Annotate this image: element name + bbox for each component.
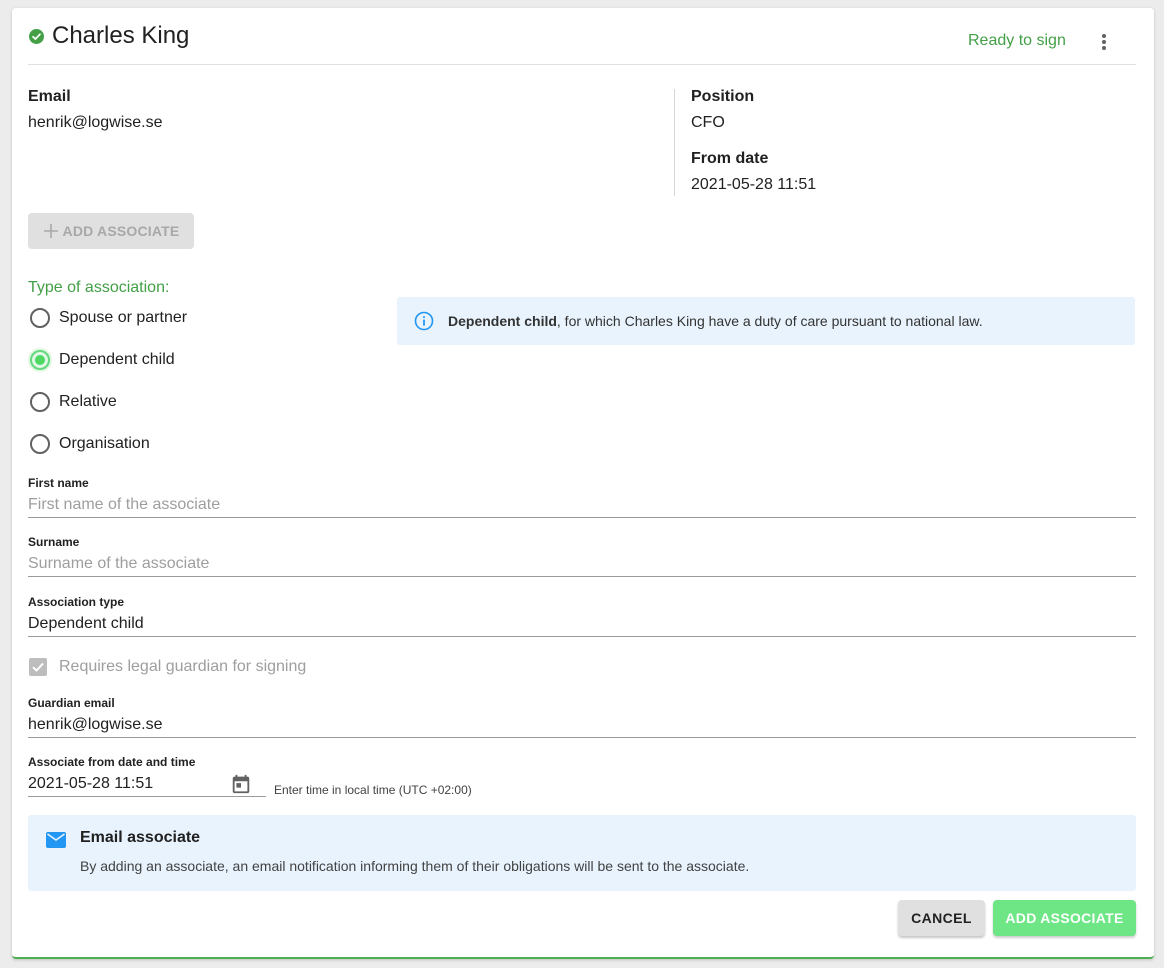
radio-button[interactable] (30, 392, 50, 412)
radio-button-checked[interactable] (30, 350, 50, 370)
field-underline (28, 796, 266, 797)
add-associate-top-button[interactable]: ADD ASSOCIATE (28, 213, 194, 249)
guardian-checkbox-label: Requires legal guardian for signing (59, 658, 307, 675)
field-underline (28, 636, 1136, 637)
person-name: Charles King (52, 22, 190, 49)
more-options-button[interactable] (1092, 30, 1116, 54)
association-type-field: Association type (28, 595, 1136, 637)
email-label: Email (28, 88, 71, 105)
radio-dependent-child[interactable]: Dependent child (28, 348, 175, 372)
details-divider (674, 89, 675, 196)
email-value: henrik@logwise.se (28, 114, 163, 131)
from-date-value: 2021-05-28 11:51 (691, 176, 817, 193)
email-associate-notice: Email associate By adding an associate, … (28, 815, 1136, 891)
association-type-label: Association type (28, 595, 125, 609)
guardian-checkbox-row[interactable]: Requires legal guardian for signing (29, 658, 306, 676)
header-divider (28, 64, 1136, 65)
associate-from-field: Associate from date and time (28, 755, 266, 797)
surname-label: Surname (28, 535, 80, 549)
position-label: Position (691, 88, 755, 105)
radio-button[interactable] (30, 434, 50, 454)
info-icon (414, 311, 434, 331)
info-text: Dependent child, for which Charles King … (448, 313, 983, 329)
association-type-input[interactable] (28, 615, 1136, 633)
first-name-label: First name (28, 476, 89, 490)
status-text: Ready to sign (968, 32, 1066, 49)
associate-card: Charles King Ready to sign Email henrik@… (12, 8, 1154, 959)
radio-organisation[interactable]: Organisation (28, 432, 150, 456)
field-underline (28, 517, 1136, 518)
radio-label: Relative (59, 393, 117, 410)
check-circle-icon (29, 29, 44, 44)
timezone-hint: Enter time in local time (UTC +02:00) (274, 783, 472, 797)
associate-from-input[interactable] (28, 775, 228, 793)
first-name-field: First name (28, 476, 1136, 518)
email-notice-title: Email associate (80, 829, 201, 846)
from-date-label: From date (691, 150, 769, 167)
email-icon (46, 832, 66, 848)
radio-label: Spouse or partner (59, 309, 188, 326)
association-info-box: Dependent child, for which Charles King … (397, 297, 1135, 345)
radio-label: Dependent child (59, 351, 175, 368)
guardian-email-field: Guardian email (28, 696, 1136, 738)
info-bold: Dependent child (448, 313, 557, 329)
surname-input[interactable] (28, 555, 1136, 573)
radio-spouse-or-partner[interactable]: Spouse or partner (28, 306, 187, 330)
calendar-icon[interactable] (230, 773, 252, 795)
add-associate-button[interactable]: ADD ASSOCIATE (993, 900, 1136, 936)
email-notice-text: By adding an associate, an email notific… (80, 858, 750, 874)
guardian-checkbox[interactable] (29, 658, 47, 676)
radio-relative[interactable]: Relative (28, 390, 117, 414)
field-underline (28, 737, 1136, 738)
field-underline (28, 576, 1136, 577)
associate-from-label: Associate from date and time (28, 755, 196, 769)
cancel-button[interactable]: CANCEL (898, 900, 985, 936)
radio-button[interactable] (30, 308, 50, 328)
association-type-heading: Type of association: (28, 279, 170, 296)
more-vert-icon (1102, 34, 1106, 50)
guardian-email-label: Guardian email (28, 696, 115, 710)
info-rest: , for which Charles King have a duty of … (556, 313, 983, 329)
check-icon (32, 662, 44, 672)
position-value: CFO (691, 114, 725, 131)
first-name-input[interactable] (28, 496, 1136, 514)
surname-field: Surname (28, 535, 1136, 577)
add-associate-top-label: ADD ASSOCIATE (62, 223, 180, 239)
radio-label: Organisation (59, 435, 150, 452)
plus-icon (43, 224, 58, 238)
guardian-email-input[interactable] (28, 716, 1136, 734)
